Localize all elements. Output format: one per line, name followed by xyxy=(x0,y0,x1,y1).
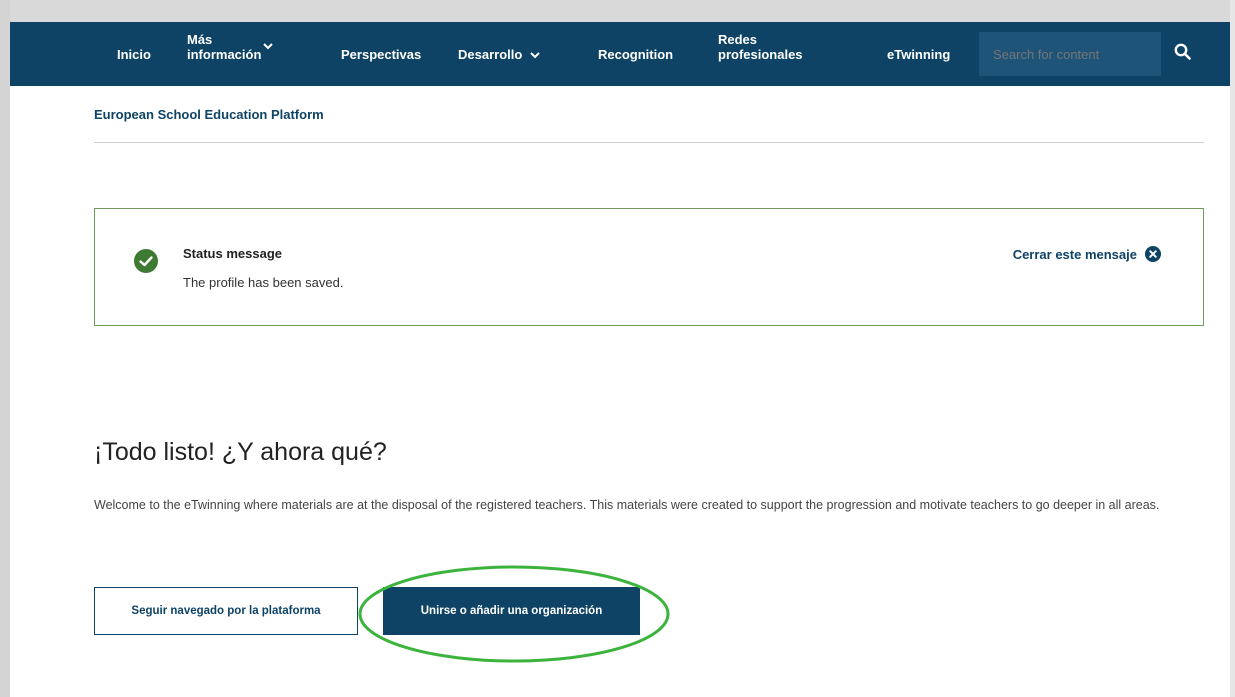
search-icon xyxy=(1174,43,1191,65)
chevron-down-icon xyxy=(262,40,273,55)
continue-browsing-button[interactable]: Seguir navegado por la plataforma xyxy=(94,587,358,635)
page-title: ¡Todo listo! ¿Y ahora qué? xyxy=(94,438,387,466)
main-navbar: Inicio Más información Perspectivas Desa… xyxy=(10,22,1230,86)
close-message-button[interactable]: Cerrar este mensaje xyxy=(1013,246,1161,262)
search-button[interactable] xyxy=(1162,32,1202,76)
nav-item-mas-informacion-label: Más información xyxy=(187,32,262,62)
search-input[interactable] xyxy=(979,32,1161,76)
join-organization-button[interactable]: Unirse o añadir una organización xyxy=(383,587,640,635)
status-title: Status message xyxy=(183,246,282,261)
nav-item-perspectivas[interactable]: Perspectivas xyxy=(341,47,421,62)
window-frame-top xyxy=(0,0,1235,22)
divider xyxy=(94,142,1204,143)
status-message-box: Status message The profile has been save… xyxy=(94,208,1204,326)
window-frame-right xyxy=(1230,0,1235,697)
status-text: The profile has been saved. xyxy=(183,275,344,290)
nav-item-recognition[interactable]: Recognition xyxy=(598,47,673,62)
close-message-label: Cerrar este mensaje xyxy=(1012,246,1137,262)
nav-item-etwinning[interactable]: eTwinning xyxy=(887,47,950,62)
nav-item-inicio[interactable]: Inicio xyxy=(117,47,151,62)
nav-item-desarrollo-label: Desarrollo xyxy=(458,47,523,62)
close-icon xyxy=(1145,246,1161,262)
site-name[interactable]: European School Education Platform xyxy=(94,107,324,122)
nav-item-redes-profesionales[interactable]: Redes profesionales xyxy=(718,32,803,62)
success-check-icon xyxy=(134,249,158,273)
nav-item-mas-informacion[interactable]: Más información xyxy=(187,32,287,62)
chevron-down-icon xyxy=(530,49,540,64)
welcome-text: Welcome to the eTwinning where materials… xyxy=(94,498,1160,512)
window-frame-left xyxy=(0,0,10,697)
nav-item-desarrollo[interactable]: Desarrollo xyxy=(458,47,540,64)
